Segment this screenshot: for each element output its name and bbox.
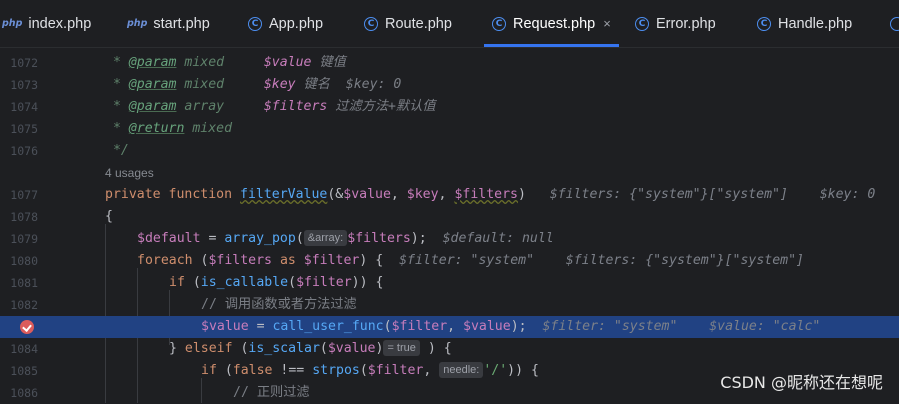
php-file-icon: php <box>2 18 23 29</box>
code-text: $value = call_user_func($filter, $value)… <box>201 319 821 334</box>
close-icon[interactable]: × <box>603 16 611 31</box>
tab-label: Error.php <box>656 15 716 32</box>
code-text: $default = array_pop(&array: $filters); $… <box>137 230 554 246</box>
class-file-icon: C <box>757 16 771 31</box>
code-text: { <box>105 209 113 224</box>
debug-inline-values: $filters: {"system"}["system"] $key: 0 <box>549 187 876 202</box>
class-file-icon: C <box>364 16 378 31</box>
code-line-1077[interactable]: 1077 private function filterValue(&$valu… <box>0 184 899 206</box>
tab-route-php[interactable]: C Route.php <box>364 0 452 47</box>
code-text: private function filterValue(&$value, $k… <box>105 187 876 202</box>
code-text: * @param mixed $value 键值 <box>105 55 346 70</box>
breakpoint-icon[interactable] <box>20 320 34 334</box>
class-file-icon: C <box>492 16 506 31</box>
tab-label: index.php <box>28 15 92 32</box>
line-number: 1079 <box>10 232 38 246</box>
code-comment: // 调用函数或者方法过滤 <box>201 297 357 312</box>
debug-inline-values: $filter: "system" $filters: {"system"}["… <box>399 253 804 268</box>
code-text: */ <box>105 143 129 158</box>
code-line-1082[interactable]: 1082 // 调用函数或者方法过滤 <box>0 294 899 316</box>
code-text: * @param mixed $key 键名 $key: 0 <box>105 77 402 92</box>
line-number: 1075 <box>10 122 38 136</box>
code-text: if (false !== strpos($filter, needle: '/'… <box>201 362 539 378</box>
code-text: foreach ($filters as $filter) { $filter:… <box>137 253 804 268</box>
line-number: 1078 <box>10 210 38 224</box>
parameter-hint: needle: <box>439 362 484 378</box>
usages-inlay[interactable]: 4 usages <box>105 162 154 184</box>
code-text: if (is_callable($filter)) { <box>169 275 384 290</box>
tab-label: Route.php <box>385 15 452 32</box>
code-comment: // 正则过滤 <box>233 385 310 400</box>
line-number: 1082 <box>10 298 38 312</box>
line-number: 1085 <box>10 364 38 378</box>
tab-app-php[interactable]: C App.php <box>248 0 323 47</box>
class-file-icon: C <box>248 16 262 31</box>
line-number: 1080 <box>10 254 38 268</box>
code-line-1084[interactable]: 1084 } elseif (is_scalar($value) = true )… <box>0 338 899 360</box>
code-editor[interactable]: 1072 * @param mixed $value 键值 1073 * @pa… <box>0 48 899 403</box>
tab-handle-php[interactable]: C Handle.php <box>757 0 852 47</box>
parameter-hint: &array: <box>303 230 348 246</box>
code-line-1072[interactable]: 1072 * @param mixed $value 键值 <box>0 52 899 74</box>
code-text: * @param array $filters 过滤方法+默认值 <box>105 99 436 114</box>
class-file-icon: C <box>635 16 649 31</box>
tab-label: Handle.php <box>778 15 853 32</box>
code-line-1075[interactable]: 1075 * @return mixed <box>0 118 899 140</box>
debug-inline-values: $filter: "system" $value: "calc" <box>542 319 821 334</box>
line-number: 1081 <box>10 276 38 290</box>
class-file-icon <box>890 16 899 31</box>
code-line-1076[interactable]: 1076 */ <box>0 140 899 162</box>
line-number: 1086 <box>10 386 38 400</box>
code-line-1081[interactable]: 1081 if (is_callable($filter)) { <box>0 272 899 294</box>
code-line-1079[interactable]: 1079 $default = array_pop(&array: $filter… <box>0 228 899 250</box>
code-text: * @return mixed <box>105 121 233 136</box>
php-file-icon: php <box>127 18 148 29</box>
line-number: 1073 <box>10 78 38 92</box>
code-line-1074[interactable]: 1074 * @param array $filters 过滤方法+默认值 <box>0 96 899 118</box>
code-line-1078[interactable]: 1078 { <box>0 206 899 228</box>
csdn-watermark: CSDN @昵称还在想呢 <box>720 373 883 392</box>
tab-request-php[interactable]: C Request.php × <box>484 0 619 47</box>
line-number: 1077 <box>10 188 38 202</box>
tab-error-php[interactable]: C Error.php <box>635 0 716 47</box>
tab-index-php[interactable]: php index.php <box>2 0 91 47</box>
tab-label: start.php <box>153 15 210 32</box>
tab-start-php[interactable]: php start.php <box>127 0 210 47</box>
tab-label: App.php <box>269 15 324 32</box>
tab-overflow[interactable] <box>890 0 899 47</box>
code-line-1073[interactable]: 1073 * @param mixed $key 键名 $key: 0 <box>0 74 899 96</box>
inline-value-hint: = true <box>383 340 420 356</box>
debug-inline-values: $default: null <box>442 231 554 246</box>
line-number: 1072 <box>10 56 38 70</box>
line-number: 1076 <box>10 144 38 158</box>
line-number: 1074 <box>10 100 38 114</box>
code-line-1083-current[interactable]: $value = call_user_func($filter, $value)… <box>0 316 899 338</box>
code-line-1080[interactable]: 1080 foreach ($filters as $filter) { $fi… <box>0 250 899 272</box>
code-text: } elseif (is_scalar($value) = true ) { <box>169 340 452 356</box>
line-number: 1084 <box>10 342 38 356</box>
editor-tab-bar: php index.php php start.php C App.php C … <box>0 0 899 48</box>
tab-label: Request.php <box>513 15 596 32</box>
